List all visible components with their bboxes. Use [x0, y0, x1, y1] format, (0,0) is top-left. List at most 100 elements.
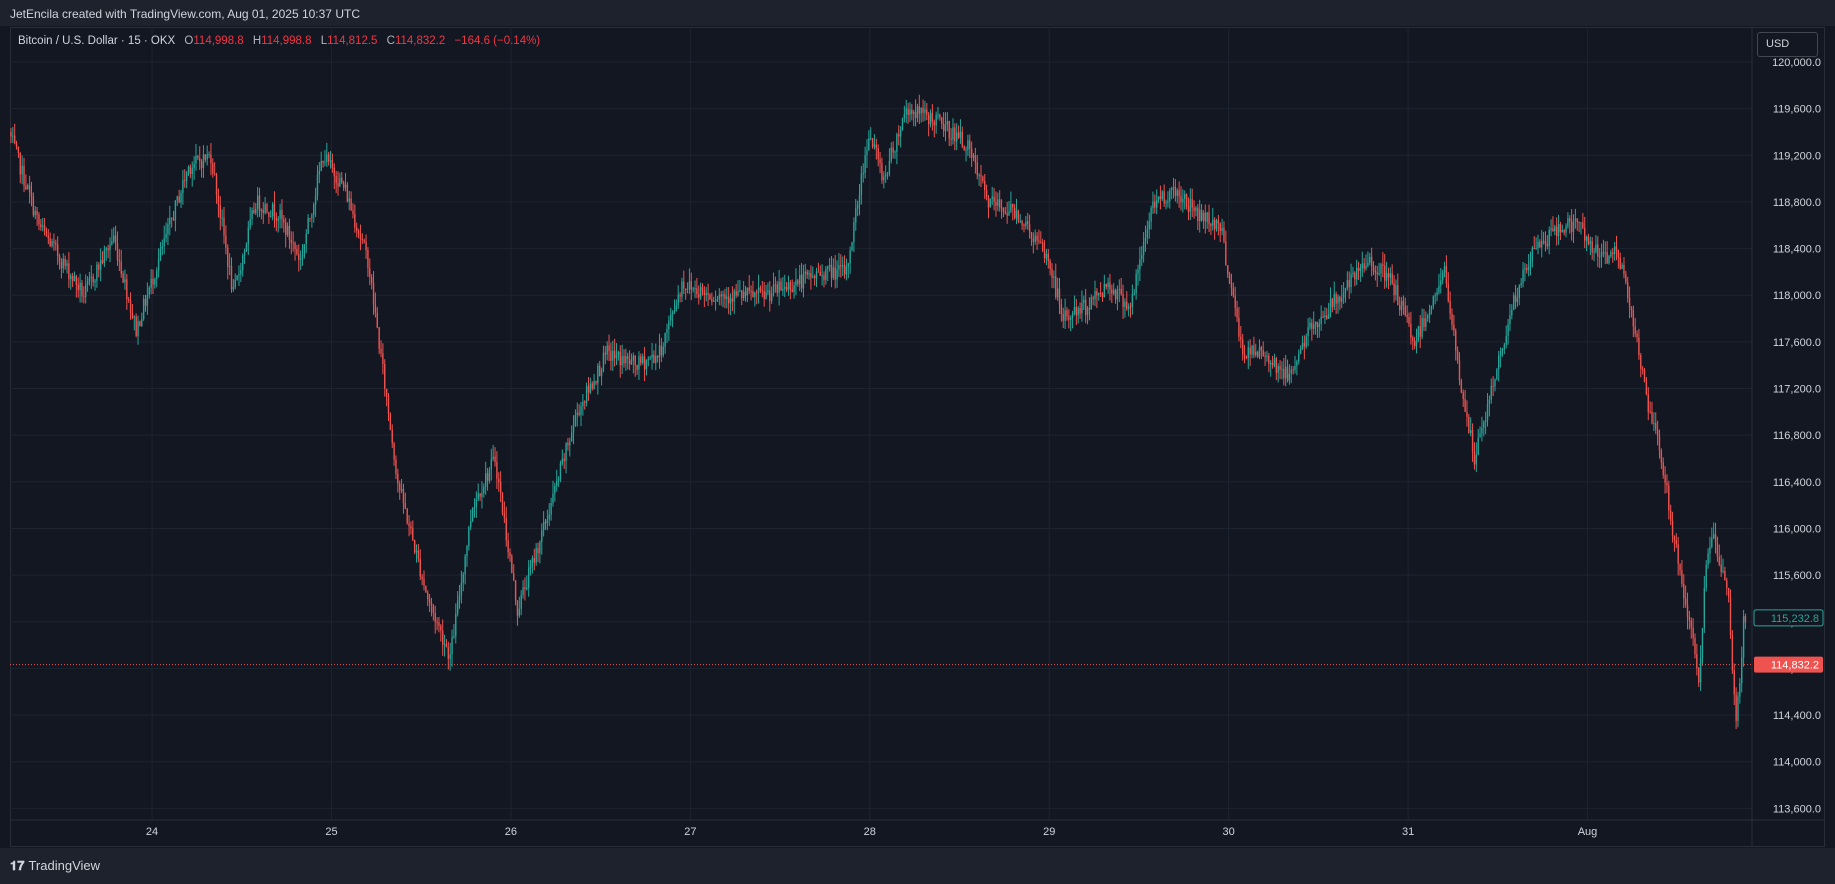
x-tick-label: 31 [1402, 826, 1414, 838]
candle-body [1006, 213, 1008, 216]
candle-body [427, 592, 429, 600]
candle-body [1184, 194, 1186, 199]
chart-grid [10, 27, 1752, 820]
candle-body [1294, 365, 1296, 370]
candle-body [896, 134, 898, 152]
candle-body [907, 108, 909, 115]
candle-body [1544, 241, 1547, 244]
candle-body [1443, 266, 1446, 273]
candle-body [286, 225, 289, 235]
candle-body [615, 354, 618, 359]
candle-body [1520, 283, 1522, 286]
candle-body [808, 273, 810, 275]
x-tick-label: 26 [505, 826, 517, 838]
candle-body [1711, 537, 1713, 547]
candle-body [873, 144, 876, 147]
candle-body [1741, 657, 1743, 684]
candle-body [1477, 437, 1479, 455]
candle-body [1458, 360, 1461, 381]
candle-body [1499, 350, 1502, 356]
candle-body [600, 370, 603, 377]
candle-body [683, 281, 685, 289]
candle-body [111, 241, 113, 245]
candle-body [1253, 345, 1255, 356]
candle-body [997, 199, 999, 206]
candle-body [1240, 336, 1242, 340]
candle-body [924, 109, 926, 113]
candle-body [1432, 296, 1435, 307]
candle-body [42, 225, 44, 227]
candle-body [647, 358, 649, 361]
candle-body [309, 217, 311, 219]
candle-body [1307, 327, 1309, 337]
candle-body [277, 218, 279, 221]
candle-body [1593, 251, 1595, 253]
candle-body [690, 281, 692, 290]
candle-body [1570, 221, 1573, 232]
candle-body [1225, 241, 1227, 266]
candle-body [613, 350, 616, 359]
candle-body [1099, 293, 1102, 295]
candle-body [1273, 358, 1276, 366]
candle-body [1122, 294, 1124, 307]
candle-body [1701, 628, 1704, 658]
candle-body [1230, 282, 1233, 289]
candle-body [802, 273, 805, 289]
candle-body [354, 213, 356, 228]
footer-bar: 𝟏𝟕 TradingView [0, 848, 1835, 884]
candle-body [1124, 301, 1126, 307]
candle-body [1541, 241, 1543, 248]
candle-body [1641, 368, 1644, 370]
candle-body [397, 474, 399, 484]
currency-button[interactable]: USD [1757, 32, 1818, 57]
candle-body [666, 329, 668, 334]
candle-body [56, 244, 59, 257]
candle-body [1331, 299, 1334, 307]
candle-body [1387, 273, 1390, 278]
candle-body [1051, 268, 1053, 278]
candle-body [187, 166, 190, 173]
candle-body [699, 287, 702, 298]
candle-body [243, 250, 246, 256]
candle-body [892, 147, 894, 153]
candle-body [1129, 306, 1132, 308]
candle-body [1602, 252, 1605, 254]
price-chart[interactable]: 113,600.0114,000.0114,400.0114,800.0115,… [0, 0, 1835, 884]
candle-body [58, 256, 61, 262]
y-tick-label: 117,200.0 [1773, 384, 1821, 396]
candle-body [759, 287, 762, 291]
candle-body [888, 160, 891, 174]
candle-body [1554, 226, 1556, 232]
candle-body [1290, 369, 1292, 374]
candle-body [393, 443, 395, 460]
candle-body [1090, 297, 1092, 310]
candle-body [681, 281, 683, 297]
candle-body [1137, 269, 1139, 274]
candle-body [1464, 398, 1466, 412]
candle-body [1656, 429, 1659, 437]
candle-body [47, 235, 50, 239]
candle-body [527, 567, 530, 588]
candle-body [408, 523, 410, 527]
candle-body [1649, 411, 1651, 413]
candle-body [98, 264, 100, 270]
candle-body [1049, 260, 1051, 269]
candle-body [1729, 597, 1732, 636]
candle-body [625, 356, 627, 364]
candle-body [1303, 342, 1306, 347]
candle-body [602, 352, 605, 371]
candle-body [806, 271, 808, 275]
candle-body [236, 275, 238, 281]
candle-body [664, 333, 666, 347]
candle-body [1445, 266, 1448, 284]
candle-body [378, 327, 380, 349]
candle-body [823, 275, 825, 280]
candle-body [765, 292, 767, 299]
candle-body [619, 352, 621, 366]
candle-body [1617, 249, 1620, 258]
candle-body [413, 540, 416, 553]
candle-body [1600, 252, 1603, 257]
candle-body [1002, 207, 1005, 212]
candle-body [1486, 403, 1489, 421]
candle-body [675, 305, 678, 311]
